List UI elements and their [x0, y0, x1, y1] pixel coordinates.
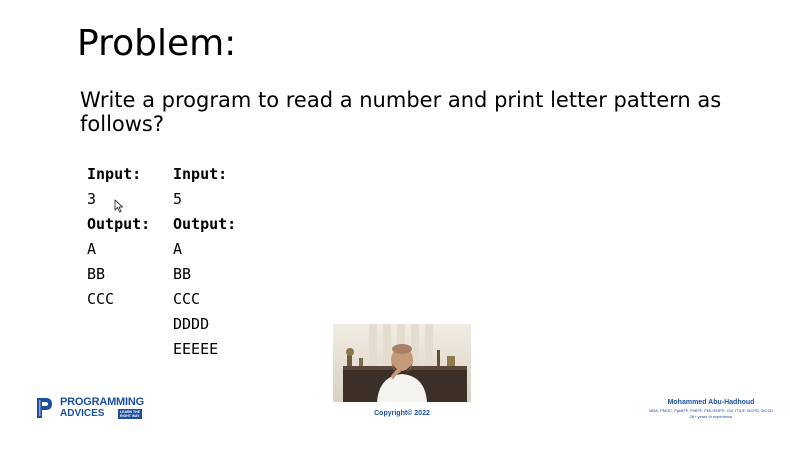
input-value: 5	[173, 190, 183, 208]
example-2: Input: 5 Output: A BB CCC DDDD EEEEE	[173, 162, 236, 362]
programming-advices-logo: PROGRAMMING ADVICES LEARN THE RIGHT WAY	[34, 396, 150, 422]
problem-statement: Write a program to read a number and pri…	[80, 88, 722, 136]
output-line: BB	[173, 265, 192, 283]
output-line: CCC	[87, 290, 115, 308]
output-line: A	[173, 240, 183, 258]
slide-title: Problem:	[77, 23, 237, 64]
presenter-video-frame	[333, 324, 471, 402]
copyright-text: Copyright© 2022	[374, 410, 430, 417]
author-info: Mohammed Abu-Hadhoud MBA, PMOC, PgMP®, P…	[640, 398, 782, 420]
input-label: Input:	[87, 165, 142, 183]
example-1: Input: 3 Output: A BB CCC	[87, 162, 150, 312]
logo-wordmark-line1: PROGRAMMING	[60, 396, 144, 408]
output-line: EEEEE	[173, 340, 219, 358]
author-experience: 26+ years of experience	[689, 414, 733, 419]
programming-advices-logo-icon	[37, 398, 52, 418]
output-label: Output:	[173, 215, 237, 233]
output-label: Output:	[87, 215, 151, 233]
webcam-video	[333, 324, 471, 402]
slide: Problem: Write a program to read a numbe…	[0, 0, 790, 456]
output-line: A	[87, 240, 97, 258]
logo-tagline: LEARN THE RIGHT WAY	[118, 409, 143, 419]
mouse-pointer-icon	[114, 199, 123, 213]
output-line: CCC	[173, 290, 201, 308]
input-label: Input:	[173, 165, 228, 183]
logo-wordmark-line2: ADVICES	[60, 408, 105, 419]
author-name: Mohammed Abu-Hadhoud	[667, 399, 755, 406]
output-line: BB	[87, 265, 106, 283]
output-line: DDDD	[173, 315, 210, 333]
